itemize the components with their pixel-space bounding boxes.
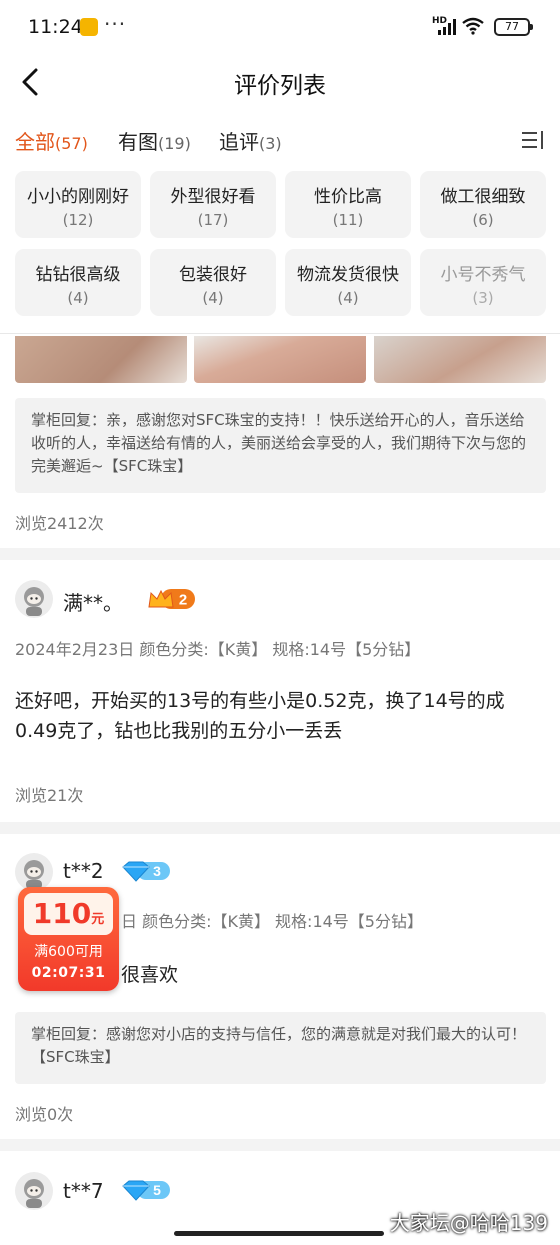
tag-label: 物流发货很快 — [297, 265, 399, 285]
tag-chip[interactable]: 钻钻很高级 (4) — [15, 249, 141, 316]
seller-reply: 掌柜回复：感谢您对小店的支持与信任，您的满意就是对我们最大的认可！【SFC珠宝】 — [15, 1012, 546, 1084]
avatar[interactable] — [15, 580, 53, 618]
seller-reply: 掌柜回复：亲，感谢您对SFC珠宝的支持！！快乐送给开心的人，音乐送给收听的人，幸… — [15, 398, 546, 493]
tag-count: (12) — [62, 211, 94, 229]
tab-label: 追评 — [219, 130, 259, 154]
coupon-unit: 元 — [91, 912, 105, 927]
default-avatar-icon — [24, 1179, 44, 1208]
review-meta: 日 颜色分类:【K黄】 规格:14号【5分钻】 — [121, 912, 423, 931]
review-meta: 2024年2月23日 颜色分类:【K黄】 规格:14号【5分钻】 — [15, 640, 421, 659]
level-number: 5 — [153, 1182, 161, 1198]
user-name: 满**。 — [63, 591, 123, 615]
tag-count: (17) — [197, 211, 229, 229]
default-avatar-icon — [24, 587, 44, 616]
coupon-amount: 110 — [32, 897, 92, 930]
tab-label: 全部 — [15, 130, 55, 154]
signal-icon — [438, 19, 456, 35]
tag-label: 小号不秀气 — [440, 265, 526, 285]
tab-all[interactable]: 全部(57) — [15, 126, 88, 155]
section-separator — [0, 548, 560, 560]
tag-chip[interactable]: 物流发货很快 (4) — [285, 249, 411, 316]
coupon-condition: 满600可用 — [34, 944, 103, 960]
diamond-level-badge: 5 — [122, 1180, 170, 1201]
tab-count: (19) — [158, 134, 191, 153]
section-separator — [0, 822, 560, 834]
tag-count: (3) — [472, 289, 494, 307]
diamond-level-badge: 3 — [122, 861, 170, 882]
nav-bar: 评价列表 — [0, 56, 560, 108]
coupon-countdown: 02:07:31 — [31, 965, 106, 981]
more-notifications-icon: ··· — [104, 12, 127, 36]
view-count: 浏览0次 — [15, 1105, 74, 1124]
section-separator — [0, 1139, 560, 1151]
tag-count: (4) — [337, 289, 359, 307]
tag-label: 性价比高 — [314, 187, 382, 207]
tab-with-photos[interactable]: 有图(19) — [118, 126, 191, 155]
status-bar: 11:24 ··· HD 77 — [0, 0, 560, 56]
tag-label: 做工很细致 — [440, 187, 526, 207]
review-photo[interactable] — [15, 336, 187, 383]
tag-count: (4) — [202, 289, 224, 307]
view-count: 浏览2412次 — [15, 514, 104, 533]
tag-count: (6) — [472, 211, 494, 229]
filter-tabs: 全部(57) 有图(19) 追评(3) — [0, 126, 560, 160]
tab-count: (57) — [55, 134, 88, 153]
tag-count: (4) — [67, 289, 89, 307]
status-time: 11:24 — [28, 16, 83, 38]
watermark: 大家坛@哈哈139 — [389, 1211, 548, 1235]
filter-menu-icon[interactable] — [520, 128, 546, 154]
tag-chip[interactable]: 小小的刚刚好 (12) — [15, 171, 141, 238]
level-number: 2 — [179, 592, 187, 609]
review-content: 还好吧，开始买的13号的有些小是0.52克，换了14号的成0.49克了，钻也比我… — [15, 690, 505, 742]
tag-chip[interactable]: 小号不秀气 (3) — [420, 249, 546, 316]
floating-coupon[interactable]: 110元 满600可用 02:07:31 — [18, 887, 119, 991]
tab-count: (3) — [259, 134, 282, 153]
default-avatar-icon — [24, 860, 44, 889]
crown-level-badge: 2 — [148, 589, 195, 609]
avatar[interactable] — [15, 853, 53, 891]
review-photo[interactable] — [374, 336, 546, 383]
notification-app-icon — [80, 18, 98, 36]
coupon-amount-box: 110元 — [24, 893, 113, 935]
tag-chip[interactable]: 做工很细致 (6) — [420, 171, 546, 238]
page-title: 评价列表 — [234, 73, 326, 99]
user-name: t**7 — [63, 1179, 104, 1203]
tag-chip[interactable]: 外型很好看 (17) — [150, 171, 276, 238]
avatar[interactable] — [15, 1172, 53, 1210]
tab-follow-up[interactable]: 追评(3) — [219, 126, 282, 155]
view-count: 浏览21次 — [15, 786, 84, 805]
tag-chip[interactable]: 包装很好 (4) — [150, 249, 276, 316]
tag-label: 钻钻很高级 — [35, 265, 121, 285]
tag-label: 外型很好看 — [170, 187, 256, 207]
tag-label: 包装很好 — [179, 265, 247, 285]
user-name: t**2 — [63, 859, 104, 883]
tag-count: (11) — [332, 211, 364, 229]
tag-chip[interactable]: 性价比高 (11) — [285, 171, 411, 238]
review-photo[interactable] — [194, 336, 366, 383]
home-indicator[interactable] — [174, 1231, 384, 1236]
divider — [0, 333, 560, 334]
wifi-icon — [462, 17, 484, 35]
level-number: 3 — [153, 863, 161, 879]
battery-icon: 77 — [494, 18, 533, 36]
tag-label: 小小的刚刚好 — [27, 187, 129, 207]
review-content: 很喜欢 — [121, 964, 179, 986]
tab-label: 有图 — [118, 130, 158, 154]
